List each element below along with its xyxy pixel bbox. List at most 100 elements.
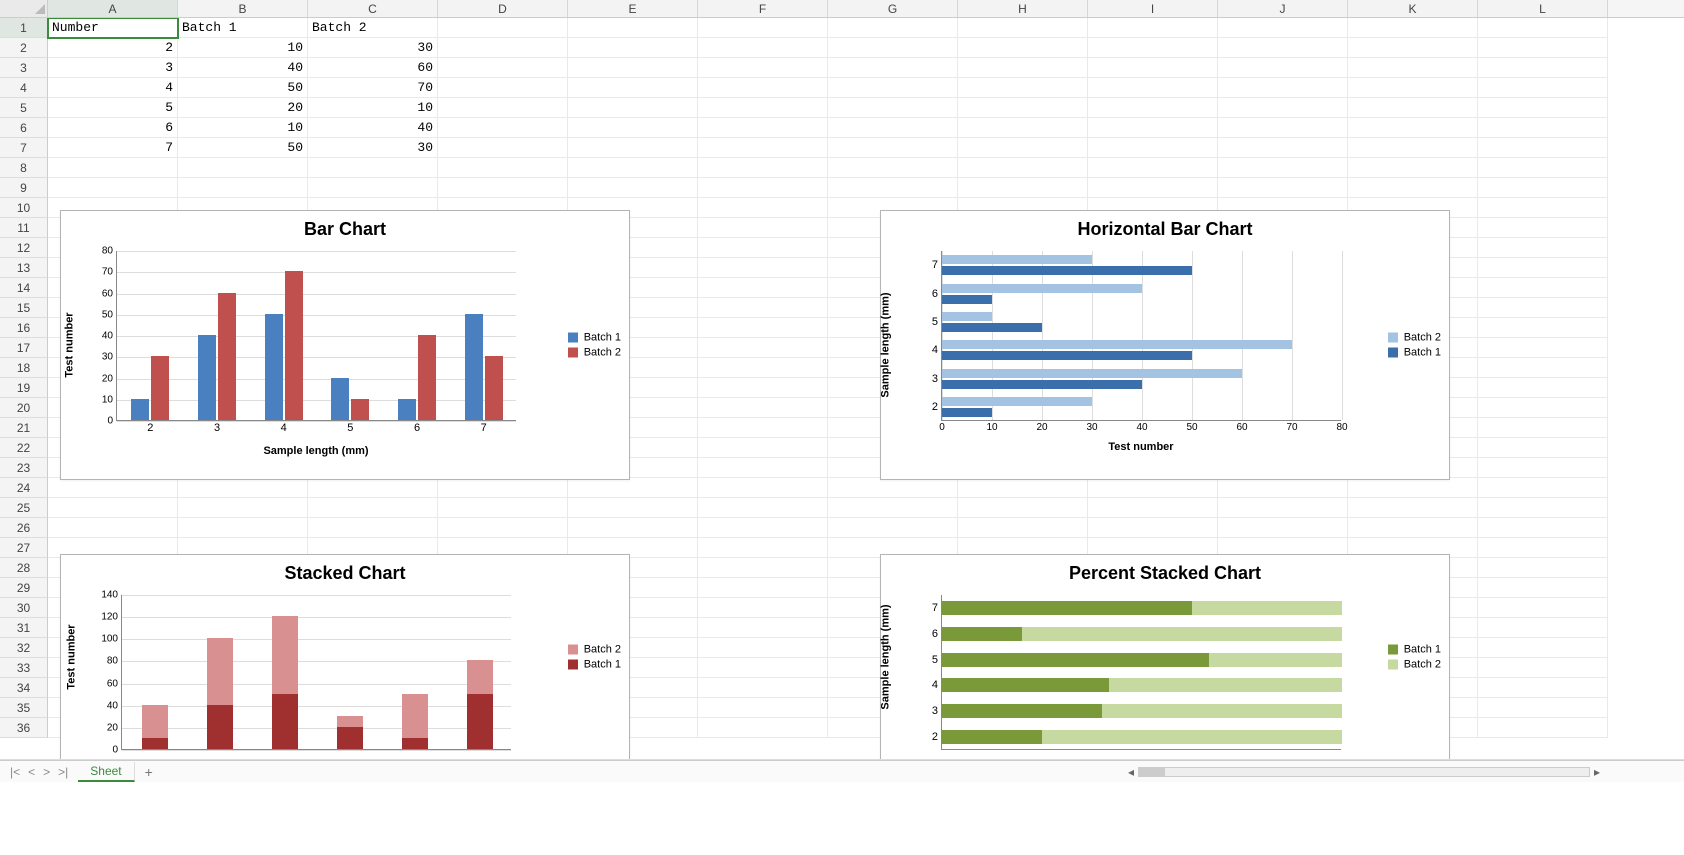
cell-L5[interactable] [1478,98,1608,118]
column-header-H[interactable]: H [958,0,1088,17]
row-header[interactable]: 28 [0,558,48,578]
cell-H5[interactable] [958,98,1088,118]
row-header[interactable]: 12 [0,238,48,258]
row-header[interactable]: 10 [0,198,48,218]
cell-A5[interactable]: 5 [48,98,178,118]
cell-F33[interactable] [698,658,828,678]
cell-I24[interactable] [1088,478,1218,498]
select-all-corner[interactable] [0,0,48,17]
cell-F20[interactable] [698,398,828,418]
cell-E2[interactable] [568,38,698,58]
cell-D6[interactable] [438,118,568,138]
column-header-K[interactable]: K [1348,0,1478,17]
cell-G26[interactable] [828,518,958,538]
sheet-tab[interactable]: Sheet [78,762,134,782]
row-header[interactable]: 11 [0,218,48,238]
cell-L32[interactable] [1478,638,1608,658]
row-header[interactable]: 9 [0,178,48,198]
cell-J9[interactable] [1218,178,1348,198]
cell-B5[interactable]: 20 [178,98,308,118]
cell-L35[interactable] [1478,698,1608,718]
cell-C4[interactable]: 70 [308,78,438,98]
cell-C7[interactable]: 30 [308,138,438,158]
cell-D7[interactable] [438,138,568,158]
cell-F17[interactable] [698,338,828,358]
cell-J25[interactable] [1218,498,1348,518]
cell-G4[interactable] [828,78,958,98]
cell-L12[interactable] [1478,238,1608,258]
cell-L19[interactable] [1478,378,1608,398]
cell-L24[interactable] [1478,478,1608,498]
row-header[interactable]: 36 [0,718,48,738]
cell-H25[interactable] [958,498,1088,518]
row-header[interactable]: 32 [0,638,48,658]
tab-prev-icon[interactable]: < [28,765,35,779]
cell-E3[interactable] [568,58,698,78]
cell-L34[interactable] [1478,678,1608,698]
cell-K26[interactable] [1348,518,1478,538]
cell-L11[interactable] [1478,218,1608,238]
cell-C6[interactable]: 40 [308,118,438,138]
cell-F8[interactable] [698,158,828,178]
cell-K25[interactable] [1348,498,1478,518]
column-header-L[interactable]: L [1478,0,1608,17]
cell-A7[interactable]: 7 [48,138,178,158]
spreadsheet-grid[interactable]: 1NumberBatch 1Batch 22210303340604450705… [0,18,1684,760]
cell-H8[interactable] [958,158,1088,178]
cell-C25[interactable] [308,498,438,518]
row-header[interactable]: 2 [0,38,48,58]
cell-A9[interactable] [48,178,178,198]
cell-F10[interactable] [698,198,828,218]
cell-C24[interactable] [308,478,438,498]
cell-J7[interactable] [1218,138,1348,158]
row-header[interactable]: 17 [0,338,48,358]
cell-F12[interactable] [698,238,828,258]
cell-K8[interactable] [1348,158,1478,178]
cell-C2[interactable]: 30 [308,38,438,58]
cell-E7[interactable] [568,138,698,158]
row-header[interactable]: 19 [0,378,48,398]
cell-L7[interactable] [1478,138,1608,158]
cell-D8[interactable] [438,158,568,178]
cell-H6[interactable] [958,118,1088,138]
cell-H2[interactable] [958,38,1088,58]
cell-D24[interactable] [438,478,568,498]
column-header-F[interactable]: F [698,0,828,17]
cell-F6[interactable] [698,118,828,138]
cell-H26[interactable] [958,518,1088,538]
cell-L15[interactable] [1478,298,1608,318]
cell-I5[interactable] [1088,98,1218,118]
cell-I1[interactable] [1088,18,1218,38]
cell-F9[interactable] [698,178,828,198]
cell-K7[interactable] [1348,138,1478,158]
cell-F29[interactable] [698,578,828,598]
cell-F16[interactable] [698,318,828,338]
cell-H4[interactable] [958,78,1088,98]
cell-F15[interactable] [698,298,828,318]
column-header-D[interactable]: D [438,0,568,17]
cell-F13[interactable] [698,258,828,278]
cell-L9[interactable] [1478,178,1608,198]
row-header[interactable]: 26 [0,518,48,538]
cell-A3[interactable]: 3 [48,58,178,78]
cell-L4[interactable] [1478,78,1608,98]
cell-C9[interactable] [308,178,438,198]
row-header[interactable]: 7 [0,138,48,158]
add-sheet-button[interactable]: + [135,764,163,780]
cell-B8[interactable] [178,158,308,178]
cell-J2[interactable] [1218,38,1348,58]
cell-B7[interactable]: 50 [178,138,308,158]
row-header[interactable]: 4 [0,78,48,98]
cell-J5[interactable] [1218,98,1348,118]
cell-K3[interactable] [1348,58,1478,78]
row-header[interactable]: 24 [0,478,48,498]
cell-B1[interactable]: Batch 1 [178,18,308,38]
row-header[interactable]: 25 [0,498,48,518]
cell-F21[interactable] [698,418,828,438]
cell-B9[interactable] [178,178,308,198]
cell-G2[interactable] [828,38,958,58]
cell-H9[interactable] [958,178,1088,198]
cell-D26[interactable] [438,518,568,538]
row-header[interactable]: 22 [0,438,48,458]
column-header-G[interactable]: G [828,0,958,17]
